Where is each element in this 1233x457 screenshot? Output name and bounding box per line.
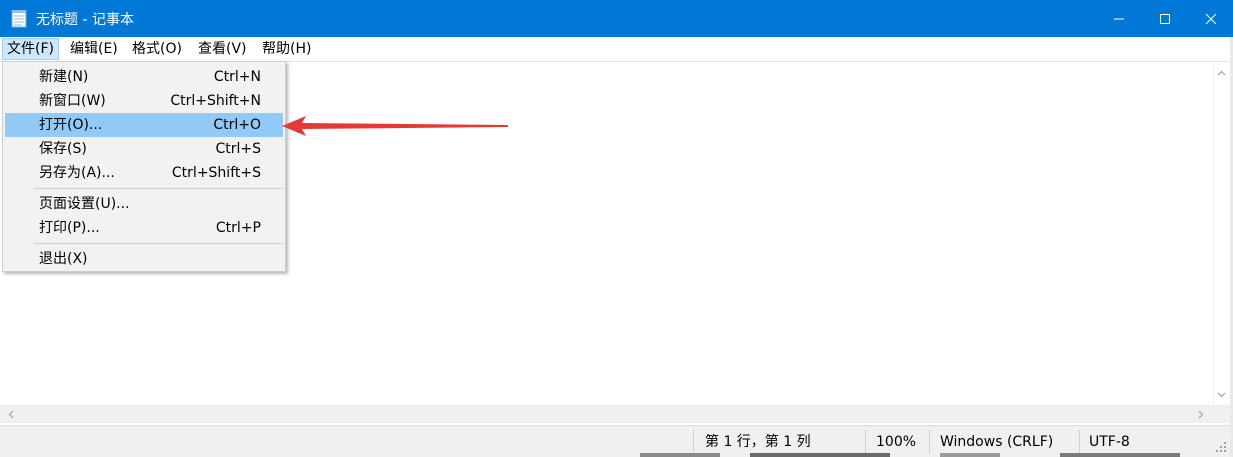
maximize-icon <box>1160 13 1170 24</box>
window-title: 无标题 - 记事本 <box>36 12 134 28</box>
menu-bar: 文件(F) 编辑(E) 格式(O) 查看(V) 帮助(H) <box>0 37 1233 61</box>
horizontal-scrollbar[interactable] <box>0 405 1213 423</box>
menu-item-shortcut: Ctrl+N <box>213 69 261 85</box>
menu-item-label: 保存(S) <box>39 141 87 157</box>
status-separator <box>693 430 694 454</box>
menu-item-label: 打开(O)... <box>39 117 103 133</box>
chevron-down-icon <box>1217 392 1226 397</box>
menu-item-save[interactable]: 保存(S) Ctrl+S <box>5 137 283 161</box>
menu-edit[interactable]: 编辑(E) <box>65 38 123 60</box>
chevron-right-icon <box>1198 410 1203 418</box>
background-window-strip <box>640 453 1180 457</box>
line-ending: Windows (CRLF) <box>940 434 1054 450</box>
menu-item-new[interactable]: 新建(N) Ctrl+N <box>5 65 283 89</box>
menu-separator <box>33 243 283 244</box>
status-separator <box>1079 430 1080 454</box>
menu-separator <box>33 188 283 189</box>
chevron-up-icon <box>1217 70 1226 75</box>
vertical-scrollbar[interactable] <box>1213 62 1230 405</box>
minimize-icon <box>1114 18 1124 19</box>
menu-item-label: 页面设置(U)... <box>39 196 130 212</box>
menu-item-shortcut: Ctrl+O <box>213 117 261 133</box>
file-menu-dropdown: 新建(N) Ctrl+N 新窗口(W) Ctrl+Shift+N 打开(O)..… <box>2 61 286 272</box>
close-icon <box>1205 13 1217 24</box>
annotation-arrow-icon <box>282 116 508 136</box>
scroll-right-button[interactable] <box>1192 405 1209 423</box>
cursor-position: 第 1 行，第 1 列 <box>705 434 811 450</box>
menu-file[interactable]: 文件(F) <box>2 38 59 60</box>
maximize-button[interactable] <box>1142 0 1188 37</box>
scroll-up-button[interactable] <box>1213 64 1230 81</box>
minimize-button[interactable] <box>1096 0 1142 37</box>
menu-item-shortcut: Ctrl+P <box>215 220 261 236</box>
menu-item-shortcut: Ctrl+Shift+N <box>170 93 261 109</box>
title-bar[interactable]: 无标题 - 记事本 <box>0 0 1233 37</box>
menu-item-shortcut: Ctrl+S <box>215 141 261 157</box>
menu-item-exit[interactable]: 退出(X) <box>5 247 283 271</box>
menu-format[interactable]: 格式(O) <box>127 38 187 60</box>
menu-item-label: 新窗口(W) <box>39 93 106 109</box>
scroll-corner <box>1213 405 1230 423</box>
menu-item-label: 退出(X) <box>39 251 88 267</box>
zoom-level: 100% <box>876 434 917 450</box>
menu-item-open[interactable]: 打开(O)... Ctrl+O <box>5 113 283 137</box>
menu-view[interactable]: 查看(V) <box>193 38 252 60</box>
menu-item-label: 打印(P)... <box>39 220 100 236</box>
chevron-left-icon <box>8 410 13 418</box>
notepad-icon <box>11 10 27 28</box>
menu-item-page-setup[interactable]: 页面设置(U)... <box>5 192 283 216</box>
menu-help[interactable]: 帮助(H) <box>257 38 316 60</box>
notepad-window: 无标题 - 记事本 文件(F) 编辑(E) 格式(O) 查看(V) 帮助(H) <box>0 0 1233 457</box>
menu-item-new-window[interactable]: 新窗口(W) Ctrl+Shift+N <box>5 89 283 113</box>
status-separator <box>929 430 930 454</box>
menu-item-shortcut: Ctrl+Shift+S <box>171 165 261 181</box>
menu-item-label: 新建(N) <box>39 69 89 85</box>
menu-item-label: 另存为(A)... <box>39 165 115 181</box>
menu-item-save-as[interactable]: 另存为(A)... Ctrl+Shift+S <box>5 161 283 185</box>
scroll-down-button[interactable] <box>1213 386 1230 403</box>
encoding: UTF-8 <box>1089 434 1130 450</box>
menu-item-print[interactable]: 打印(P)... Ctrl+P <box>5 216 283 240</box>
close-button[interactable] <box>1188 0 1233 37</box>
scroll-left-button[interactable] <box>2 405 19 423</box>
status-separator <box>865 430 866 454</box>
